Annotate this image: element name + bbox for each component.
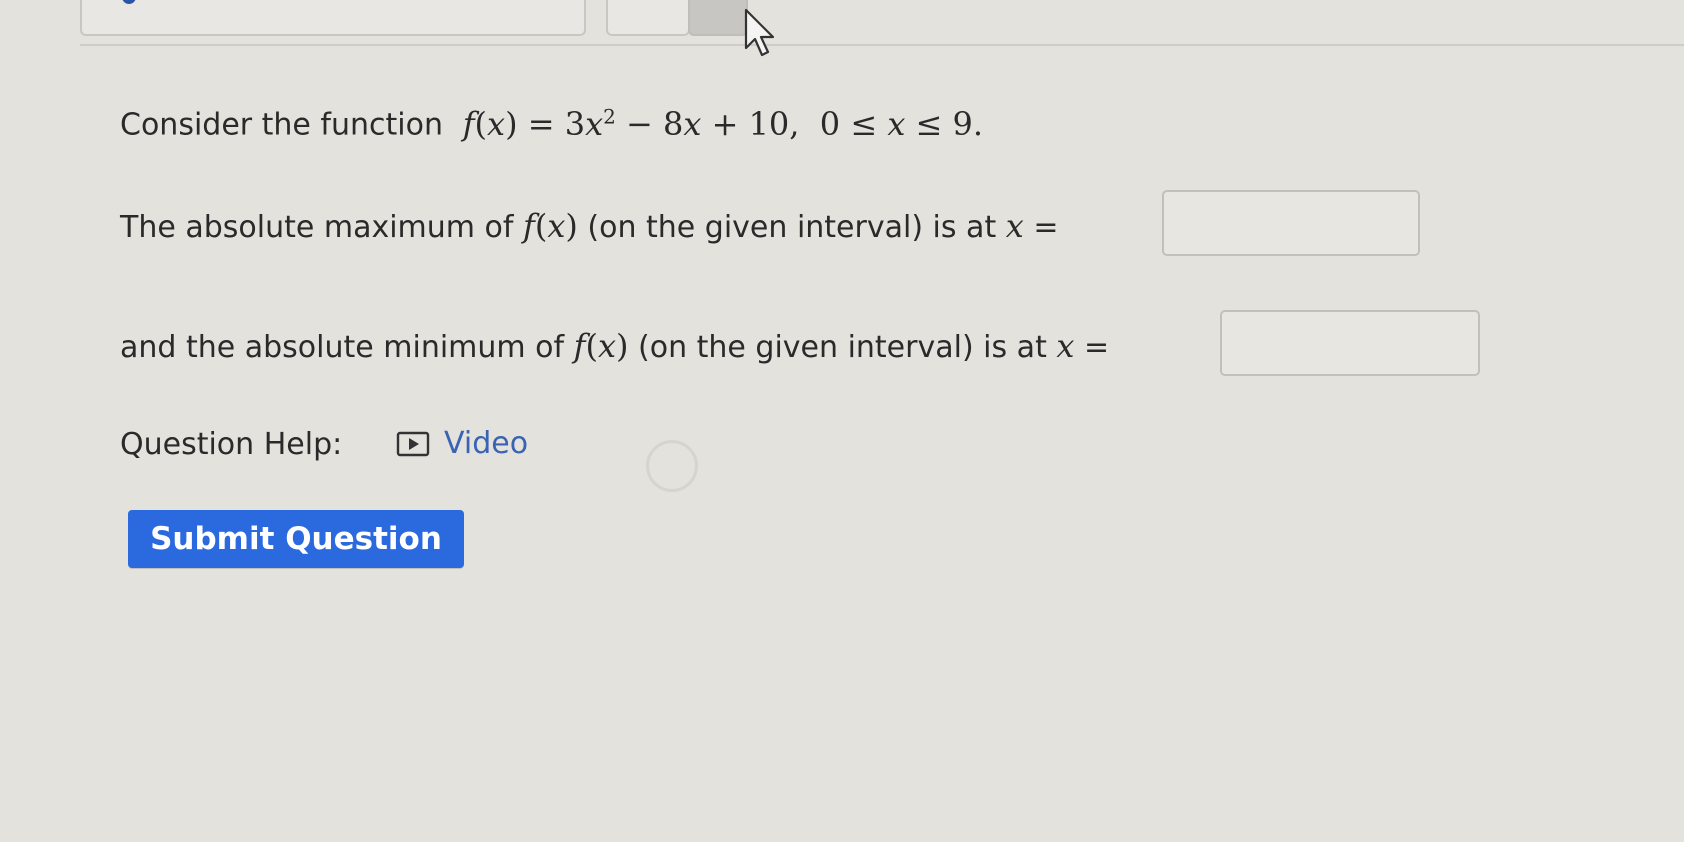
max-prefix-text: The absolute maximum of <box>120 210 514 245</box>
absolute-max-line: The absolute maximum of f(x) (on the giv… <box>120 206 1058 248</box>
min-prefix-text: and the absolute minimum of <box>120 330 565 365</box>
min-variable: x <box>1056 327 1075 365</box>
header-divider <box>80 44 1684 46</box>
max-function-notation: f(x) <box>523 207 578 245</box>
question-help-label: Question Help: <box>120 426 343 462</box>
absolute-min-answer-input[interactable] <box>1220 310 1480 376</box>
video-help-link[interactable]: Video <box>396 424 528 464</box>
tab-button-secondary[interactable] <box>606 0 690 36</box>
min-function-notation: f(x) <box>573 327 629 365</box>
question-help-row: Question Help: Video <box>120 424 528 465</box>
top-tab-strip <box>0 0 1684 58</box>
min-equals: = <box>1083 330 1110 365</box>
absolute-min-line: and the absolute minimum of f(x) (on the… <box>120 326 1109 368</box>
submit-question-button[interactable]: Submit Question <box>128 510 464 568</box>
question-tab[interactable] <box>80 0 586 36</box>
max-equals: = <box>1033 210 1059 245</box>
max-suffix-text: (on the given interval) is at <box>587 210 997 245</box>
loading-ring-artifact <box>646 440 698 492</box>
prompt-prefix-text: Consider the function <box>120 107 443 143</box>
question-prompt-line: Consider the function f(x) = 3x2 − 8x + … <box>120 96 983 146</box>
video-link-label: Video <box>444 426 529 461</box>
mouse-cursor-icon <box>744 8 775 57</box>
function-definition: f(x) = 3x2 − 8x + 10, 0 ≤ x ≤ 9. <box>462 104 984 143</box>
max-variable: x <box>1005 207 1024 245</box>
absolute-max-answer-input[interactable] <box>1162 190 1420 256</box>
tab-button-tertiary[interactable] <box>688 0 748 36</box>
play-icon <box>396 431 430 457</box>
min-suffix-text: (on the given interval) is at <box>638 330 1047 365</box>
